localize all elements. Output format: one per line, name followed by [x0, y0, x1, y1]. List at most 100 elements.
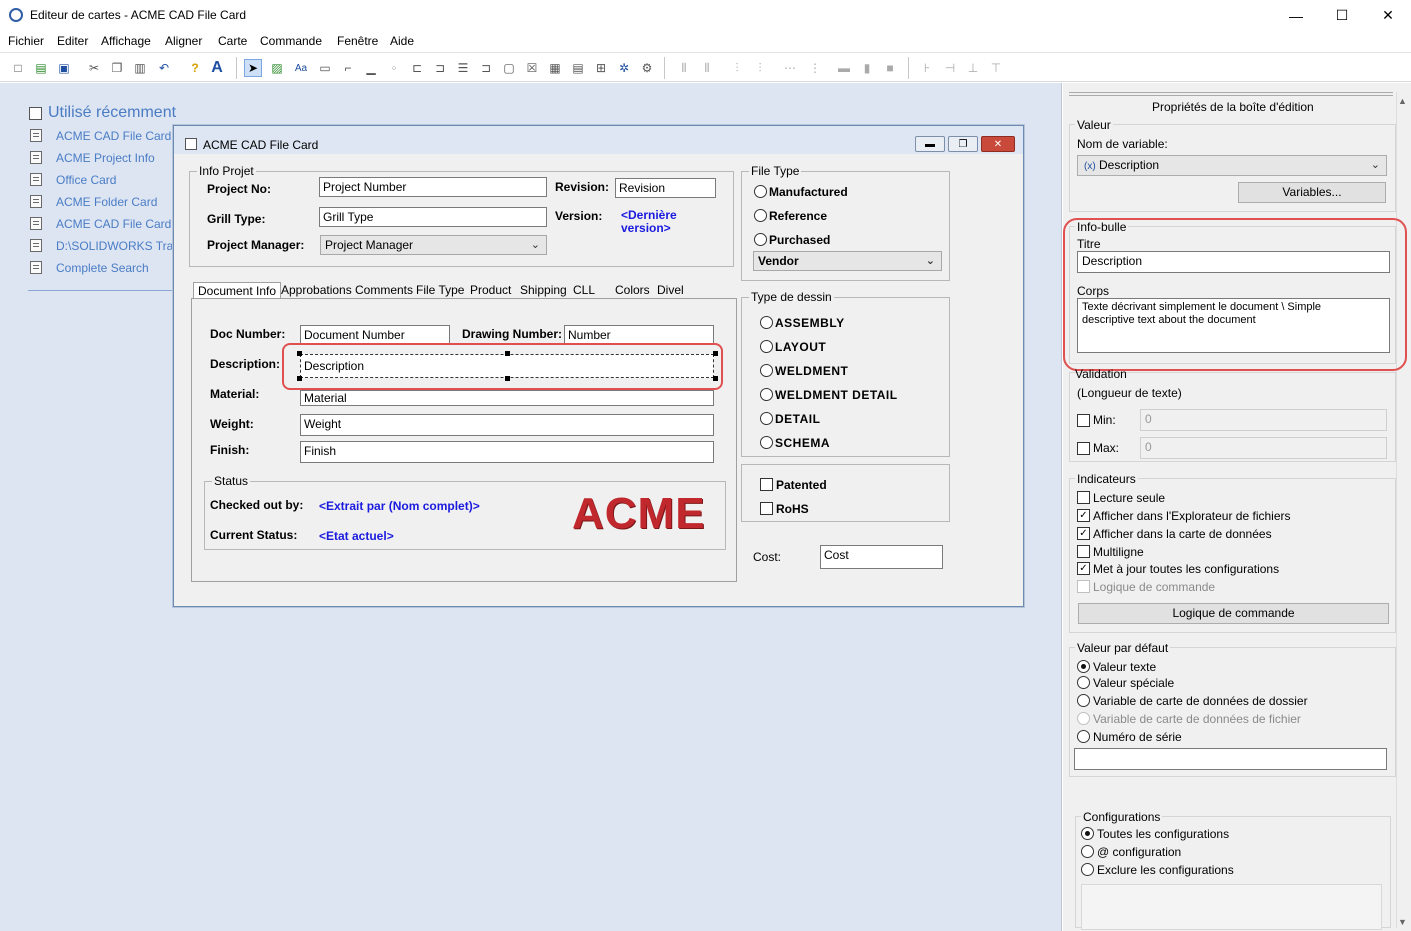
variable-name-combo[interactable]: (x) Description ⌄: [1077, 155, 1387, 176]
card-restore-button[interactable]: ❐: [948, 136, 978, 152]
revision-field[interactable]: Revision: [615, 178, 716, 198]
save-icon[interactable]: ▣: [55, 59, 73, 77]
panel-scrollbar[interactable]: [1396, 92, 1409, 928]
min-field[interactable]: 0: [1140, 409, 1387, 431]
line-icon[interactable]: ⌐: [339, 59, 357, 77]
afficher-explorateur-checkbox[interactable]: ✓: [1077, 509, 1090, 522]
recent-item[interactable]: ACME CAD File Card -: [56, 217, 179, 231]
lecture-seule-checkbox[interactable]: [1077, 491, 1090, 504]
combo-icon[interactable]: ⊏: [408, 59, 426, 77]
minimize-button[interactable]: —: [1273, 0, 1319, 31]
scroll-up-icon[interactable]: ▲: [1398, 96, 1407, 106]
tab-file-type[interactable]: File Type: [412, 282, 468, 299]
logique-commande-button[interactable]: Logique de commande: [1078, 603, 1389, 624]
recent-item[interactable]: Office Card: [56, 173, 116, 187]
doc-number-field[interactable]: Document Number: [300, 325, 450, 345]
drawing-number-field[interactable]: Number: [564, 325, 714, 345]
nudge-down-icon[interactable]: ⊤: [987, 59, 1005, 77]
afficher-carte-checkbox[interactable]: ✓: [1077, 527, 1090, 540]
multiligne-checkbox[interactable]: [1077, 545, 1090, 558]
variables-button[interactable]: Variables...: [1238, 182, 1386, 203]
grill-type-field[interactable]: Grill Type: [319, 207, 547, 227]
purchased-radio[interactable]: [754, 233, 767, 246]
logic-icon[interactable]: ⚙: [638, 59, 656, 77]
project-manager-combo[interactable]: Project Manager ⌄: [320, 235, 547, 255]
new-icon[interactable]: □: [9, 59, 27, 77]
font-icon[interactable]: A: [208, 59, 226, 77]
menu-affichage[interactable]: Affichage: [101, 34, 151, 48]
manufactured-radio[interactable]: [754, 185, 767, 198]
undo-icon[interactable]: ↶: [155, 59, 173, 77]
space-across-icon[interactable]: ⋯: [781, 59, 799, 77]
label-icon[interactable]: Aa: [292, 59, 310, 77]
logique-commande-checkbox[interactable]: [1077, 580, 1090, 593]
tab-comments[interactable]: Comments: [351, 282, 417, 299]
toutes-configurations-radio[interactable]: [1081, 827, 1094, 840]
select-pointer-icon[interactable]: ➤: [244, 59, 262, 77]
vendor-combo[interactable]: Vendor ⌄: [753, 251, 942, 271]
date-icon[interactable]: ▦: [546, 59, 564, 77]
edit-box-icon[interactable]: ▁: [362, 59, 380, 77]
close-button[interactable]: ✕: [1365, 0, 1411, 31]
menu-aligner[interactable]: Aligner: [165, 34, 202, 48]
schema-radio[interactable]: [760, 436, 773, 449]
open-icon[interactable]: ▤: [32, 59, 50, 77]
align-left-icon[interactable]: ⫴: [675, 59, 693, 77]
nudge-right-icon[interactable]: ⊣: [941, 59, 959, 77]
combo-list-icon[interactable]: ⊐: [431, 59, 449, 77]
same-width-icon[interactable]: ▬: [835, 59, 853, 77]
patented-checkbox[interactable]: [760, 478, 773, 491]
max-checkbox[interactable]: [1077, 442, 1090, 455]
material-field[interactable]: Material: [300, 390, 714, 406]
assembly-radio[interactable]: [760, 316, 773, 329]
rohs-checkbox[interactable]: [760, 502, 773, 515]
scroll-down-icon[interactable]: ▼: [1398, 917, 1407, 927]
space-down-icon[interactable]: ⋮: [806, 59, 824, 77]
menu-fichier[interactable]: Fichier: [8, 34, 44, 48]
min-checkbox[interactable]: [1077, 414, 1090, 427]
menu-editer[interactable]: Editer: [57, 34, 88, 48]
align-center-icon[interactable]: ⫴: [698, 59, 716, 77]
tab-control-icon[interactable]: ▢: [500, 59, 518, 77]
exclure-configurations-radio[interactable]: [1081, 863, 1094, 876]
finish-field[interactable]: Finish: [300, 441, 714, 463]
radio-list-icon[interactable]: ⁘: [385, 59, 403, 77]
align-top-icon[interactable]: ⫶: [728, 59, 746, 77]
picture-icon[interactable]: ▨: [268, 59, 286, 77]
detail-radio[interactable]: [760, 412, 773, 425]
menu-fenetre[interactable]: Fenêtre: [337, 34, 378, 48]
recent-item[interactable]: ACME Project Info: [56, 151, 155, 165]
nudge-left-icon[interactable]: ⊦: [918, 59, 936, 77]
tree-icon[interactable]: ⊞: [592, 59, 610, 77]
card-close-button[interactable]: ✕: [981, 136, 1015, 152]
tab-cll[interactable]: CLL: [569, 282, 599, 299]
frame-icon[interactable]: ▭: [316, 59, 334, 77]
default-value-field[interactable]: [1074, 748, 1387, 770]
menu-aide[interactable]: Aide: [390, 34, 414, 48]
met-a-jour-checkbox[interactable]: ✓: [1077, 562, 1090, 575]
menu-carte[interactable]: Carte: [218, 34, 247, 48]
recent-item[interactable]: ACME CAD File Card: [56, 129, 171, 143]
grid-icon[interactable]: ▤: [569, 59, 587, 77]
dropdown-icon[interactable]: ⊐: [477, 59, 495, 77]
tab-shipping[interactable]: Shipping: [516, 282, 571, 299]
tab-product[interactable]: Product: [466, 282, 515, 299]
recent-item[interactable]: D:\SOLIDWORKS Train: [56, 239, 183, 253]
configurations-list[interactable]: [1081, 884, 1382, 930]
tab-document-info[interactable]: Document Info: [193, 282, 282, 299]
numero-serie-radio[interactable]: [1077, 730, 1090, 743]
tab-divel[interactable]: Divel: [653, 282, 688, 299]
layout-radio[interactable]: [760, 340, 773, 353]
variable-dossier-radio[interactable]: [1077, 694, 1090, 707]
recent-item[interactable]: Complete Search: [56, 261, 149, 275]
copy-icon[interactable]: ❐: [108, 59, 126, 77]
weight-field[interactable]: Weight: [300, 414, 714, 436]
valeur-speciale-radio[interactable]: [1077, 676, 1090, 689]
align-middle-icon[interactable]: ⫶: [751, 59, 769, 77]
cost-field[interactable]: Cost: [820, 545, 943, 569]
weldment-radio[interactable]: [760, 364, 773, 377]
settings-icon[interactable]: ✲: [615, 59, 633, 77]
variable-fichier-radio[interactable]: [1077, 712, 1090, 725]
tab-approbations[interactable]: Approbations: [277, 282, 356, 299]
maximize-button[interactable]: ☐: [1319, 0, 1365, 31]
